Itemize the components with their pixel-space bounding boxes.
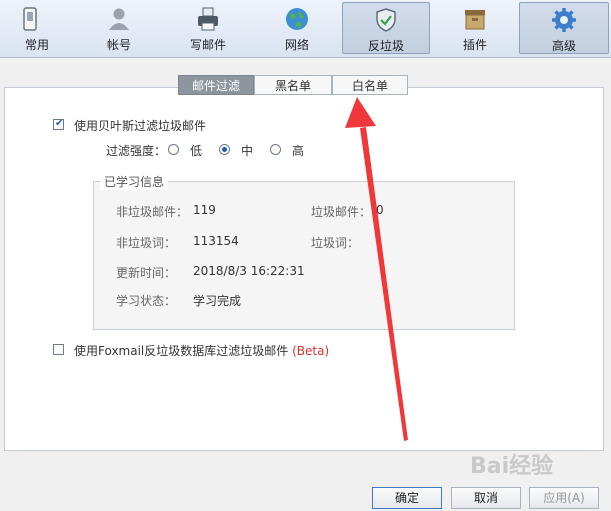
learned-info-title: 已学习信息 [100, 173, 169, 190]
toolbar-item-account[interactable]: 帐号 [75, 2, 163, 54]
spam-mail-label: 垃圾邮件： [311, 205, 372, 219]
foxmail-db-label-text: 使用Foxmail反垃圾数据库过滤垃圾邮件 [74, 344, 289, 358]
toolbar-item-general[interactable]: 常用 [0, 2, 74, 54]
strength-low-label: 低 [190, 144, 203, 158]
nonspam-word-label: 非垃圾词： [116, 236, 177, 250]
foxmail-db-checkbox[interactable] [53, 344, 64, 355]
learning-status-value: 学习完成 [193, 294, 242, 308]
printer-icon [198, 7, 218, 31]
strength-medium-radio[interactable] [219, 144, 230, 155]
update-time-value: 2018/8/3 16:22:31 [193, 264, 305, 278]
toolbar-label: 写邮件 [189, 38, 226, 52]
globe-icon [286, 8, 308, 30]
toolbar-label: 常用 [24, 38, 49, 52]
tab-blacklist[interactable]: 黑名单 [254, 75, 332, 95]
nonspam-mail-label: 非垃圾邮件： [116, 205, 189, 219]
strength-medium-label: 中 [241, 144, 254, 158]
toolbar-label: 高级 [551, 39, 576, 53]
strength-low-radio[interactable] [168, 144, 179, 155]
toolbar-item-plugins[interactable]: 插件 [431, 2, 519, 54]
phone-icon [23, 7, 37, 31]
nonspam-word-value: 113154 [193, 234, 239, 248]
toolbar-item-advanced[interactable]: 高级 [519, 2, 609, 54]
settings-toolbar: 常用 帐号 写邮件 网络 反垃圾 插件 高级 [0, 0, 611, 58]
baidu-watermark: Bai经验 [470, 454, 554, 479]
update-time-label: 更新时间： [116, 266, 177, 280]
toolbar-label: 反垃圾 [367, 39, 404, 53]
nonspam-mail-value: 119 [193, 203, 216, 217]
toolbar-item-network[interactable]: 网络 [253, 2, 341, 54]
beta-badge: (Beta) [292, 344, 330, 358]
bayes-filter-label: 使用贝叶斯过滤垃圾邮件 [74, 119, 207, 133]
foxmail-db-label: 使用Foxmail反垃圾数据库过滤垃圾邮件 (Beta) [74, 342, 329, 359]
toolbar-item-antispam[interactable]: 反垃圾 [342, 2, 430, 54]
user-icon [109, 8, 129, 30]
cancel-button[interactable]: 取消 [451, 487, 521, 509]
spam-mail-value: 0 [376, 203, 384, 217]
tab-whitelist[interactable]: 白名单 [332, 75, 408, 95]
check-icon: ✔ [55, 118, 64, 129]
bayes-filter-checkbox[interactable]: ✔ [53, 118, 64, 130]
strength-high-radio[interactable] [270, 144, 281, 155]
toolbar-label: 插件 [462, 38, 487, 52]
shield-icon [376, 8, 396, 32]
toolbar-label: 网络 [284, 38, 309, 52]
gear-icon [552, 8, 576, 32]
ok-button[interactable]: 确定 [372, 487, 442, 509]
learning-status-label: 学习状态： [116, 294, 177, 308]
toolbar-item-compose[interactable]: 写邮件 [164, 2, 252, 54]
toolbar-label: 帐号 [106, 38, 131, 52]
box-icon [465, 10, 485, 30]
tab-mail-filter[interactable]: 邮件过滤 [178, 75, 254, 95]
spam-word-label: 垃圾词： [311, 236, 360, 250]
filter-strength-label: 过滤强度： [106, 144, 167, 158]
apply-button[interactable]: 应用(A) [529, 487, 599, 509]
radio-selected-dot [222, 147, 227, 152]
strength-high-label: 高 [292, 144, 305, 158]
